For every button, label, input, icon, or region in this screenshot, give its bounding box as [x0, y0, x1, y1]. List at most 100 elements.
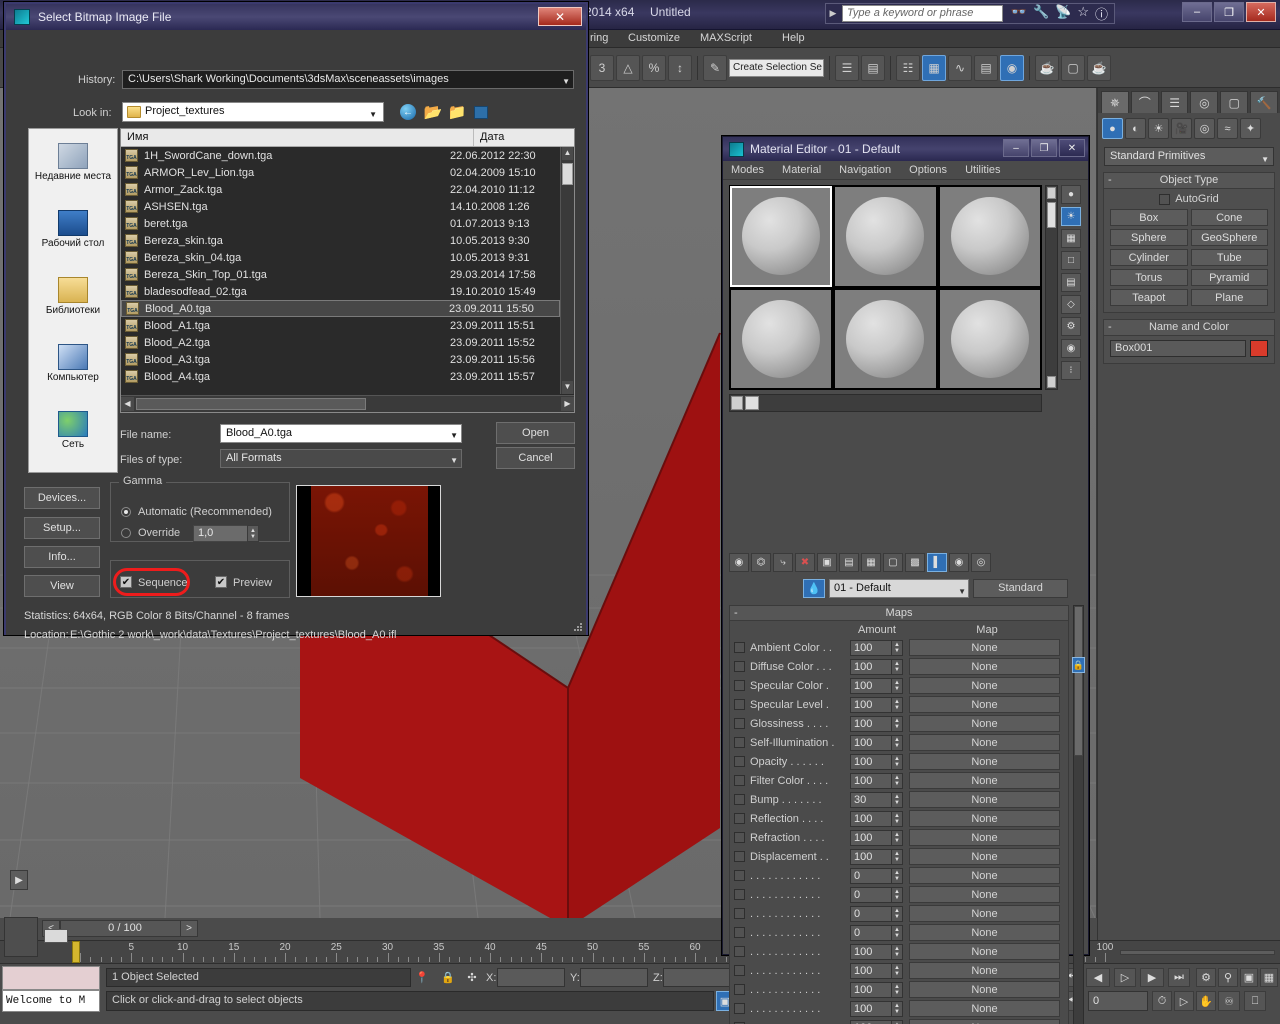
map-slot-button[interactable]: None — [909, 924, 1060, 941]
map-amount-spinner[interactable]: ▲▼ — [892, 981, 903, 998]
video-color-check-icon[interactable]: ▤ — [1061, 273, 1081, 292]
display-tab[interactable]: ▢ — [1220, 91, 1249, 113]
make-preview-icon[interactable]: ◇ — [1061, 295, 1081, 314]
spinner-snap-icon[interactable]: ↕ — [668, 54, 692, 81]
map-amount-input[interactable]: 0 — [850, 905, 892, 922]
collapse-icon[interactable]: - — [1108, 173, 1112, 188]
scroll-down-button[interactable]: ▼ — [562, 381, 573, 394]
file-list-item[interactable]: TGA Blood_A3.tga 23.09.2011 15:56 — [121, 351, 560, 368]
me-close-button[interactable]: ✕ — [1059, 139, 1085, 157]
object-color-swatch[interactable] — [1250, 340, 1268, 357]
file-list-item[interactable]: TGA Armor_Zack.tga 22.04.2010 11:12 — [121, 181, 560, 198]
map-enable-checkbox[interactable] — [734, 756, 745, 767]
render-setup-icon[interactable]: ☕ — [1035, 54, 1059, 81]
x-coord-input[interactable] — [497, 968, 565, 987]
wrench-icon[interactable]: 🔧 — [1033, 4, 1049, 23]
back-icon[interactable]: ← — [398, 102, 418, 122]
select-bitmap-dialog[interactable]: Select Bitmap Image File ✕ History: C:\U… — [4, 2, 588, 641]
file-list-item[interactable]: TGA Bereza_skin_04.tga 10.05.2013 9:31 — [121, 249, 560, 266]
map-amount-input[interactable]: 100 — [850, 1000, 892, 1017]
map-amount-spinner[interactable]: ▲▼ — [892, 962, 903, 979]
map-amount-spinner[interactable]: ▲▼ — [892, 848, 903, 865]
helpers-icon[interactable]: ◎ — [1194, 118, 1215, 139]
make-unique-icon[interactable]: ▤ — [839, 552, 859, 572]
object-name-input[interactable]: Box001 — [1110, 340, 1246, 357]
previous-frame-icon[interactable]: ◀ — [1086, 968, 1110, 987]
map-amount-spinner[interactable]: ▲▼ — [892, 696, 903, 713]
field-of-view-icon[interactable]: ▣ — [1240, 968, 1258, 987]
autogrid-row[interactable]: AutoGrid — [1110, 193, 1268, 205]
name-and-color-header[interactable]: - Name and Color — [1104, 320, 1274, 336]
eyedropper-icon[interactable]: 💧 — [803, 579, 825, 598]
map-amount-spinner[interactable]: ▲▼ — [892, 810, 903, 827]
create-plane-button[interactable]: Plane — [1190, 289, 1268, 306]
scroll-up-button[interactable]: ▲ — [562, 147, 573, 160]
me-menu-navigation[interactable]: Navigation — [839, 164, 891, 176]
map-slot-button[interactable]: None — [909, 886, 1060, 903]
key-mode-toggle-icon[interactable]: ⚙ — [1196, 968, 1216, 987]
get-material-icon[interactable]: ◉ — [729, 552, 749, 572]
filetype-dropdown[interactable]: All Formats ▼ — [220, 449, 462, 468]
layer-manager-icon[interactable]: ☷ — [896, 54, 920, 81]
snaps-3-icon[interactable]: 3 — [590, 54, 614, 81]
map-amount-input[interactable]: 30 — [850, 791, 892, 808]
backlight-icon[interactable]: ☀ — [1061, 207, 1081, 226]
map-enable-checkbox[interactable] — [734, 889, 745, 900]
file-list-item[interactable]: TGA beret.tga 01.07.2013 9:13 — [121, 215, 560, 232]
map-slot-button[interactable]: None — [909, 715, 1060, 732]
create-pyramid-button[interactable]: Pyramid — [1190, 269, 1268, 286]
autogrid-checkbox[interactable] — [1159, 193, 1171, 205]
next-frame-button[interactable]: > — [180, 920, 198, 937]
map-slot-button[interactable]: None — [909, 677, 1060, 694]
gamma-automatic-radio[interactable] — [121, 507, 131, 517]
map-enable-checkbox[interactable] — [734, 984, 745, 995]
file-list-item[interactable]: TGA Blood_A4.tga 23.09.2011 15:57 — [121, 368, 560, 385]
go-forward-to-sibling-icon[interactable]: ◎ — [971, 552, 991, 572]
map-enable-checkbox[interactable] — [734, 775, 745, 786]
file-list-item[interactable]: TGA 1H_SwordCane_down.tga 22.06.2012 22:30 — [121, 147, 560, 164]
map-amount-input[interactable]: 100 — [850, 715, 892, 732]
next-frame-icon[interactable]: ▶ — [1140, 968, 1164, 987]
me-menu-material[interactable]: Material — [782, 164, 821, 176]
map-slot-button[interactable]: None — [909, 848, 1060, 865]
menu-item-customize[interactable]: Customize — [628, 32, 680, 44]
map-slot-button[interactable]: None — [909, 772, 1060, 789]
material-slot-5[interactable] — [834, 288, 937, 389]
maxscript-mini-listener-output[interactable] — [2, 966, 100, 990]
current-frame-field[interactable]: 0 / 100 — [60, 920, 190, 937]
map-amount-input[interactable]: 100 — [850, 772, 892, 789]
space-warps-icon[interactable]: ≈ — [1217, 118, 1238, 139]
align-icon[interactable]: ▤ — [861, 54, 885, 81]
sample-uv-tiling-icon[interactable]: □ — [1061, 251, 1081, 270]
place-network[interactable]: Сеть — [29, 397, 117, 464]
scroll-left-button[interactable] — [731, 396, 743, 410]
close-button[interactable]: ✕ — [1246, 2, 1276, 22]
map-amount-spinner[interactable]: ▲▼ — [892, 886, 903, 903]
minimize-button[interactable]: – — [1182, 2, 1212, 22]
me-menu-modes[interactable]: Modes — [731, 164, 764, 176]
map-slot-button[interactable]: None — [909, 1000, 1060, 1017]
binoculars-icon[interactable]: 👓 — [1011, 4, 1027, 23]
new-folder-icon[interactable]: 📁 — [447, 102, 467, 122]
render-production-icon[interactable]: ☕ — [1087, 54, 1111, 81]
maximize-viewport-icon[interactable]: ▦ — [1260, 968, 1278, 987]
map-slot-button[interactable]: None — [909, 753, 1060, 770]
map-amount-spinner[interactable]: ▲▼ — [892, 639, 903, 656]
place-libraries[interactable]: Библиотеки — [29, 263, 117, 330]
percent-snap-icon[interactable]: % — [642, 54, 666, 81]
map-amount-input[interactable]: 100 — [850, 753, 892, 770]
map-amount-input[interactable]: 100 — [850, 658, 892, 675]
play-animation-icon[interactable]: ▷ — [1114, 968, 1136, 987]
map-slot-button[interactable]: None — [909, 696, 1060, 713]
scroll-right-button[interactable]: ▶ — [561, 397, 574, 411]
map-enable-checkbox[interactable] — [734, 699, 745, 710]
map-amount-input[interactable]: 100 — [850, 810, 892, 827]
h-scroll-thumb[interactable] — [745, 396, 759, 410]
map-slot-button[interactable]: None — [909, 867, 1060, 884]
map-amount-input[interactable]: 100 — [850, 677, 892, 694]
gamma-spinner[interactable]: ▲ ▼ — [247, 525, 259, 542]
current-frame-input[interactable]: 0 — [1088, 991, 1148, 1011]
map-slot-button[interactable]: None — [909, 791, 1060, 808]
map-slot-button[interactable]: None — [909, 981, 1060, 998]
map-slot-button[interactable]: None — [909, 658, 1060, 675]
